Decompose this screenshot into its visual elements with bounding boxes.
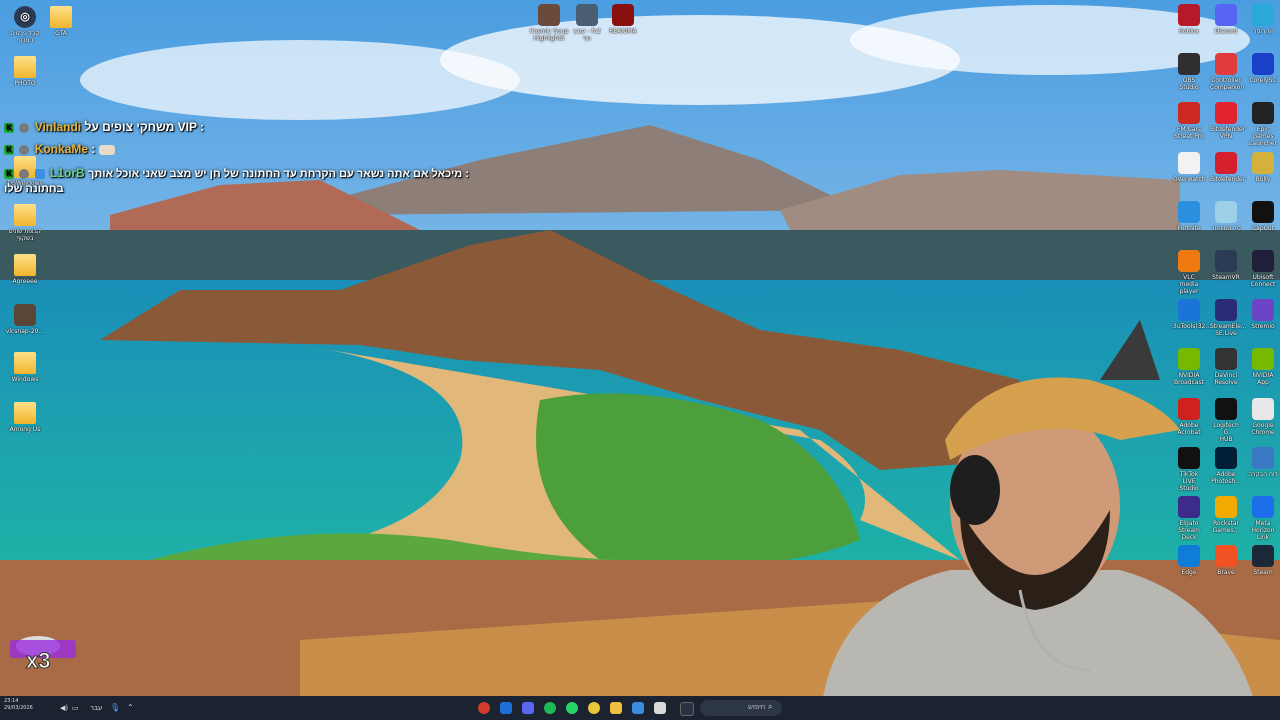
- network-icon[interactable]: ▭: [72, 704, 79, 712]
- folder-icon: [14, 204, 36, 226]
- file-explorer-taskbar-icon[interactable]: [610, 702, 622, 714]
- desktop-icon-epic-games[interactable]: Epic Games Launcher: [1247, 102, 1279, 147]
- desktop-icon-overwatch[interactable]: Overwatch: [1173, 151, 1205, 183]
- photos-taskbar-icon[interactable]: [632, 702, 644, 714]
- vip-badge-icon: [19, 122, 30, 133]
- desktop-icon-steamvr[interactable]: SteamVR: [1210, 250, 1242, 281]
- app-taskbar-icon[interactable]: [500, 702, 512, 714]
- bully-icon: [1252, 151, 1274, 174]
- folder-icon: [14, 56, 36, 78]
- davinci-icon: [1215, 348, 1237, 371]
- vr-icon: [1215, 250, 1237, 272]
- desktop-icon-streamele[interactable]: StreamEle... SE.Live: [1210, 299, 1247, 337]
- circle-icon: ◎: [14, 6, 36, 28]
- desktop-icon-obs-studio[interactable]: OBS Studio: [1173, 53, 1205, 91]
- desktop-icon-ubisoft[interactable]: Ubisoft Connect: [1247, 250, 1279, 288]
- chrome-taskbar-icon[interactable]: [588, 702, 600, 714]
- image-icon: [576, 4, 598, 26]
- webcam-overlay: [820, 377, 1260, 720]
- combo-text: x3: [26, 648, 50, 672]
- epic-icon: [1252, 102, 1274, 125]
- desktop-icon-bitdefender[interactable]: Bitdefender: [1210, 151, 1245, 183]
- desktop-icon-vlc-media[interactable]: VLC media player: [1173, 250, 1205, 295]
- taskbar-clock[interactable]: 23:14 29/03/2026: [4, 698, 33, 712]
- mod-badge-icon: K: [4, 168, 14, 179]
- desktop-icon-bitdefender[interactable]: Bitdefender VPN: [1210, 102, 1245, 140]
- discord-taskbar-icon[interactable]: [522, 702, 534, 714]
- fortnite-icon: [1178, 200, 1200, 223]
- desktop-icon-capcut[interactable]: CapCut: [1247, 200, 1279, 232]
- desktop-icon-fortnite[interactable]: Fortnite: [1173, 200, 1205, 232]
- chevron-up-icon[interactable]: ⌃: [127, 703, 134, 712]
- desktop-icon-corelysc[interactable]: CorelySC: [1247, 53, 1279, 84]
- app-icon: [1252, 53, 1274, 76]
- desktop-icon-folder-hebrew[interactable]: קבצות שונים בשקוף: [0, 204, 50, 242]
- chat-message-2: K KonkaMe :: [4, 142, 117, 156]
- language-indicator[interactable]: עבר: [90, 704, 102, 712]
- person-icon: [538, 4, 560, 26]
- controller-icon: [1215, 53, 1237, 76]
- nvidia-icon: [1252, 348, 1274, 371]
- stremio-icon: [1252, 299, 1274, 322]
- headphones-icon: [950, 455, 1000, 525]
- desktop-icon-among-us[interactable]: Among Us: [0, 402, 50, 433]
- desktop-icon-reanima[interactable]: REANIMA: [598, 4, 648, 35]
- desktop-icon-agreeee[interactable]: Agreeee: [0, 254, 50, 285]
- search-box[interactable]: חיפוש ⌕: [700, 700, 782, 716]
- discord-icon: [1215, 4, 1237, 26]
- mod-badge-icon: K: [4, 122, 14, 133]
- overwatch-icon: [1178, 151, 1200, 174]
- nvidia-icon: [1178, 348, 1200, 371]
- desktop-icon-bully[interactable]: Bully: [1247, 151, 1279, 183]
- spotify-taskbar-icon[interactable]: [544, 702, 556, 714]
- streamelements-icon: [1215, 299, 1237, 322]
- obs-icon: [1178, 53, 1200, 76]
- chat-message-1: K Vinlandi משחקי צופים על VIP :: [4, 120, 204, 134]
- monitor-icon: [1252, 4, 1274, 26]
- folder-icon: [14, 402, 36, 424]
- volume-icon[interactable]: ◀): [60, 704, 68, 712]
- emote-icon: [98, 144, 115, 155]
- desktop-icon-stremio[interactable]: Stremio: [1247, 299, 1279, 330]
- desktop-icon-windows[interactable]: Windows: [0, 352, 50, 383]
- game-icon: [612, 4, 634, 26]
- desktop-icon-3utools-32[interactable]: 3uTools(32...: [1173, 299, 1211, 330]
- chat-message-3: K L1orB מיכאל אם אתה נשאר עם הקרחת עד הח…: [4, 166, 469, 180]
- desktop-icon-discord[interactable]: Discord: [1210, 4, 1242, 35]
- microphone-icon[interactable]: 🎙: [110, 703, 120, 712]
- bitdefender-icon: [1215, 151, 1237, 174]
- notepad-taskbar-icon[interactable]: [654, 702, 666, 714]
- task-view-icon[interactable]: [680, 702, 694, 716]
- desktop-icon-[interactable]: סל המיחזור: [1210, 200, 1242, 232]
- desktop-icon-fm-cars[interactable]: FM Cars Street Pro: [1173, 102, 1205, 140]
- folder-icon: [14, 254, 36, 276]
- search-icon: ⌕: [768, 702, 773, 711]
- desktop-icon-vlcsnap[interactable]: vlcsnap-20...: [0, 304, 50, 335]
- vip-badge-icon: [19, 168, 30, 179]
- vlc-icon: [1178, 250, 1200, 272]
- desktop-icon-roblox[interactable]: Roblox: [1173, 4, 1205, 35]
- ubisoft-icon: [1252, 250, 1274, 272]
- tools-icon: [1178, 299, 1200, 322]
- mod-badge-icon: K: [4, 144, 14, 155]
- vip-badge-icon: [19, 144, 30, 155]
- desktop-icon-gta[interactable]: GTA: [36, 6, 86, 37]
- desktop-icon-controller[interactable]: Controller Companion: [1210, 53, 1244, 91]
- sub-badge-icon: [34, 168, 45, 179]
- folder-icon: [14, 352, 36, 374]
- chat-message-3-continued: בחתונה שלו: [4, 183, 64, 195]
- combo-counter: x3: [10, 636, 76, 672]
- whatsapp-taskbar-icon[interactable]: [566, 702, 578, 714]
- recycle-bin-icon: [1215, 200, 1237, 223]
- image-icon: [14, 304, 36, 326]
- car-icon: [1178, 102, 1200, 125]
- obs-taskbar-icon[interactable]: [478, 702, 490, 714]
- capcut-icon: [1252, 200, 1274, 223]
- folder-icon: [50, 6, 72, 28]
- shield-icon: [1215, 102, 1237, 125]
- roblox-icon: [1178, 4, 1200, 26]
- desktop-icon-[interactable]: וח רוסר: [1247, 4, 1279, 35]
- desktop-icon-photo[interactable]: PHOTO: [0, 56, 50, 87]
